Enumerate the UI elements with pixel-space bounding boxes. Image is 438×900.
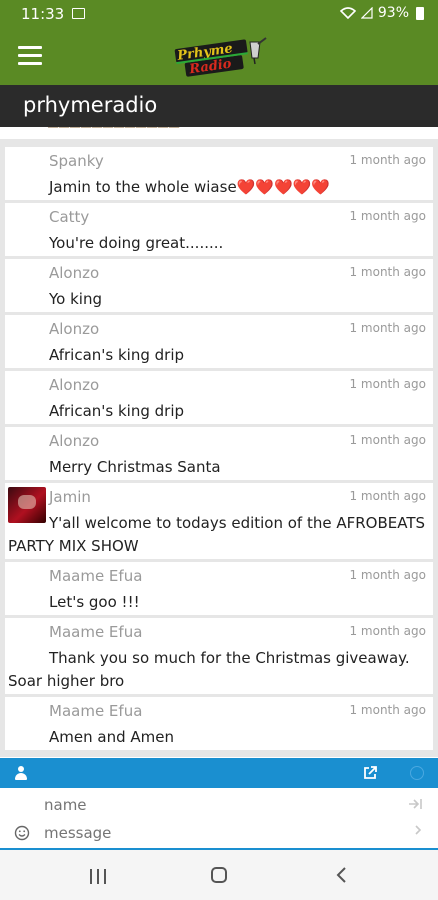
message-author: Alonzo [49, 432, 100, 450]
message-text: African's king drip [49, 402, 185, 420]
message-text: Merry Christmas Santa [49, 458, 221, 476]
home-icon[interactable] [211, 867, 227, 883]
status-time: 11:33 [21, 5, 65, 23]
message-author: Maame Efua [49, 623, 143, 641]
chat-message: Jamin 1 month ago Y'all welcome to today… [5, 483, 433, 559]
message-time: 1 month ago [349, 377, 426, 391]
wifi-icon [339, 7, 356, 19]
message-input[interactable] [44, 823, 384, 843]
chat-message: Alonzo 1 month ago Merry Christmas Santa [5, 427, 433, 480]
smile-icon[interactable] [14, 825, 30, 841]
message-text: Amen and Amen [49, 728, 174, 746]
chat-message: Maame Efua 1 month ago Let's goo !!! [5, 562, 433, 615]
message-text: Thank you so much for the Christmas give… [8, 649, 410, 690]
message-time: 1 month ago [349, 265, 426, 279]
message-author: Jamin [49, 488, 91, 506]
message-author: Catty [49, 208, 90, 226]
system-nav-bar [0, 848, 438, 900]
chat-toolbar [0, 758, 438, 788]
send-chevron-icon[interactable] [414, 824, 422, 836]
chat-message: Maame Efua 1 month ago Amen and Amen [5, 697, 433, 750]
message-time: 1 month ago [349, 321, 426, 335]
status-circle-icon[interactable] [410, 766, 424, 780]
user-icon[interactable] [14, 766, 28, 780]
external-link-icon[interactable] [362, 765, 378, 781]
message-time: 1 month ago [349, 433, 426, 447]
recent-apps-icon[interactable] [89, 869, 107, 885]
message-text: Y'all welcome to todays edition of the A… [8, 514, 426, 555]
gallery-notification-icon [72, 8, 85, 19]
partial-message-text: ▀▀▀▀▀▀▀▀▀▀▀▀ [48, 127, 180, 136]
message-text: You're doing great........ [49, 234, 224, 252]
app-bar: Prhyme Radio [0, 30, 438, 85]
message-time: 1 month ago [349, 489, 426, 503]
status-right: 93% [339, 5, 424, 21]
message-author: Alonzo [49, 264, 100, 282]
status-bar: 11:33 93% [0, 0, 438, 30]
chat-message: Alonzo 1 month ago Yo king [5, 259, 433, 312]
chat-message: Maame Efua 1 month ago Thank you so much… [5, 618, 433, 694]
chat-message: Spanky 1 month ago Jamin to the whole wi… [5, 147, 433, 200]
battery-icon [416, 6, 424, 20]
message-text: African's king drip [49, 346, 185, 364]
message-time: 1 month ago [349, 703, 426, 717]
battery-percent: 93% [377, 5, 409, 21]
message-time: 1 month ago [349, 209, 426, 223]
chat-input-area [0, 788, 438, 848]
message-time: 1 month ago [349, 624, 426, 638]
message-author: Maame Efua [49, 702, 143, 720]
enter-icon[interactable] [408, 797, 424, 811]
message-time: 1 month ago [349, 568, 426, 582]
chat-message: Alonzo 1 month ago African's king drip [5, 371, 433, 424]
chat-feed[interactable]: ▀▀▀▀▀▀▀▀▀▀▀▀ Spanky 1 month ago Jamin to… [0, 127, 438, 757]
name-input[interactable] [44, 795, 384, 815]
hamburger-icon[interactable] [18, 46, 42, 66]
signal-icon [360, 7, 373, 19]
title-bar: prhymeradio [0, 85, 438, 127]
chat-message: Catty 1 month ago You're doing great....… [5, 203, 433, 256]
message-text: Yo king [49, 290, 102, 308]
message-text: Let's goo !!! [49, 593, 140, 611]
partial-message: ▀▀▀▀▀▀▀▀▀▀▀▀ [0, 127, 438, 139]
message-time: 1 month ago [349, 153, 426, 167]
chat-message: Alonzo 1 month ago African's king drip [5, 315, 433, 368]
page-title: prhymeradio [23, 93, 158, 117]
message-text: Jamin to the whole wiase❤️❤️❤️❤️❤️ [49, 178, 331, 196]
message-author: Alonzo [49, 376, 100, 394]
prhyme-radio-logo: Prhyme Radio [174, 37, 267, 77]
message-author: Spanky [49, 152, 104, 170]
back-icon[interactable] [334, 866, 348, 884]
message-author: Alonzo [49, 320, 100, 338]
message-author: Maame Efua [49, 567, 143, 585]
